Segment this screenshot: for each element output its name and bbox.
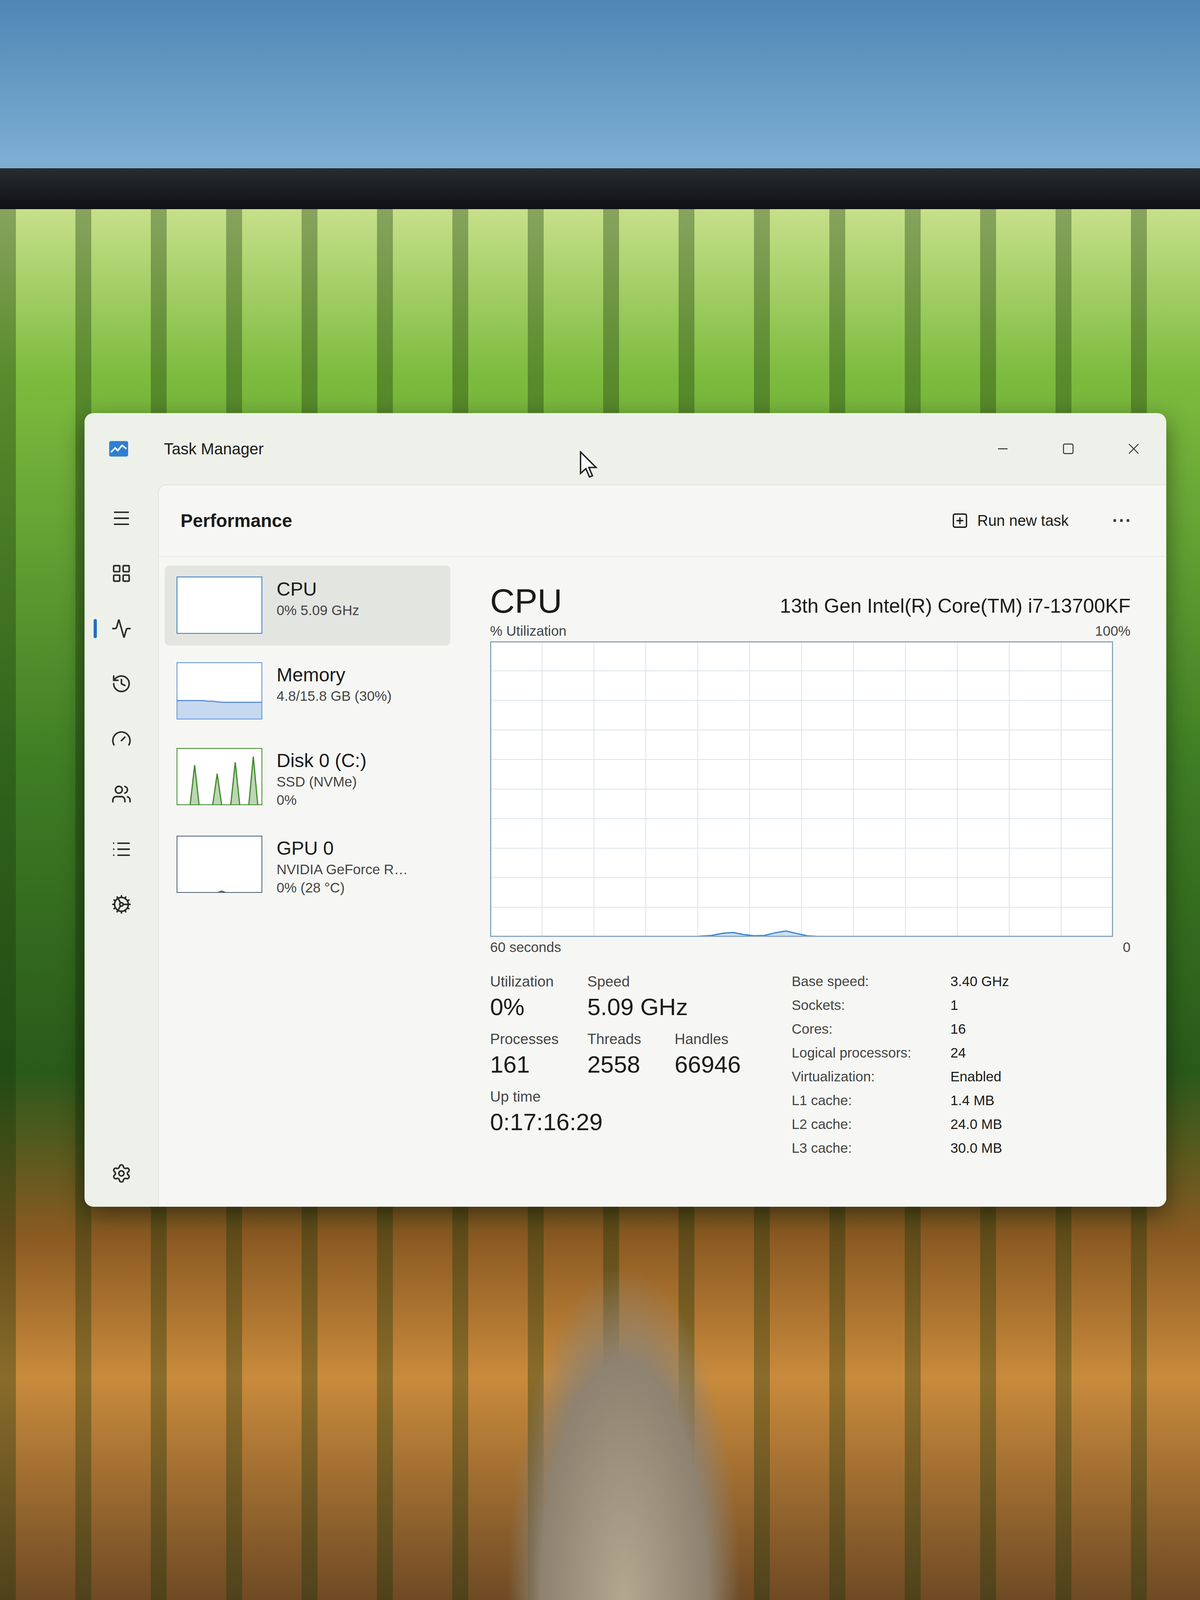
stat: Handles66946 [674, 1030, 768, 1079]
spec-label: Cores: [791, 1021, 951, 1040]
device-detail: SSD (NVMe) [276, 773, 367, 790]
thumbnail-graph [176, 662, 263, 720]
monitor-bezel [0, 168, 1200, 210]
thumbnail-graph [176, 835, 263, 893]
close-icon [1126, 441, 1141, 456]
nav-item[interactable] [93, 711, 150, 767]
device-tile[interactable]: Memory 4.8/15.8 GB (30%) [164, 651, 451, 732]
thumbnail-graph [176, 748, 263, 806]
maximize-icon [1061, 441, 1076, 456]
details-icon [111, 838, 132, 860]
stat: Processes161 [490, 1030, 588, 1079]
stat: Threads2558 [587, 1030, 675, 1079]
cpu-model: 13th Gen Intel(R) Core(TM) i7-13700KF [779, 594, 1131, 618]
device-tile[interactable]: CPU 0% 5.09 GHz [164, 565, 451, 646]
device-name: GPU 0 [276, 837, 408, 860]
spec-label: L2 cache: [791, 1116, 951, 1135]
users-icon [111, 783, 132, 805]
device-detail: 0% [276, 792, 367, 808]
x-axis-label: 60 seconds [490, 939, 562, 956]
performance-icon [111, 618, 132, 639]
stat-row: Up time0:17:16:29 [490, 1088, 768, 1136]
spec-label: Sockets: [791, 997, 951, 1016]
task-manager-icon [108, 438, 129, 460]
spec-label: Virtualization: [791, 1068, 951, 1087]
nav-item[interactable] [93, 655, 150, 712]
spec-value: 24 [950, 1044, 1010, 1064]
y-axis-label: % Utilization [490, 623, 567, 639]
page-title: Performance [180, 509, 293, 532]
desktop-wallpaper: Task Manager Performance Run new task ··· CP… [0, 209, 1200, 1600]
device-detail: 4.8/15.8 GB (30%) [276, 688, 392, 704]
nav-rail [84, 484, 158, 1207]
performance-page: Performance Run new task ··· CPU 0% 5.09 GHz… [157, 484, 1167, 1207]
nav-item[interactable] [93, 876, 150, 932]
spec-value: 1.4 MB [950, 1092, 1010, 1111]
device-tile[interactable]: Disk 0 (C:)SSD (NVMe) 0% [164, 736, 451, 820]
device-detail: NVIDIA GeForce R… [276, 861, 408, 878]
startup-icon [111, 728, 132, 750]
stat: Speed5.09 GHz [587, 973, 675, 1021]
run-new-task-button[interactable]: Run new task [941, 507, 1079, 535]
close-button[interactable] [1100, 413, 1167, 485]
spec-value: 30.0 MB [950, 1140, 1010, 1159]
device-detail: 0% 5.09 GHz [276, 602, 360, 619]
more-button[interactable]: ··· [1105, 507, 1139, 534]
nav-item[interactable] [93, 766, 150, 822]
spec-value: 24.0 MB [950, 1116, 1010, 1135]
x-axis-min: 0 [1123, 939, 1131, 956]
device-name: CPU [276, 578, 360, 600]
title-bar[interactable]: Task Manager [84, 413, 1167, 485]
history-icon [111, 673, 132, 695]
processes-icon [111, 563, 132, 584]
maximize-button[interactable] [1035, 413, 1101, 485]
device-name: Disk 0 (C:) [276, 749, 367, 772]
run-task-icon [951, 511, 969, 530]
services-icon [111, 894, 132, 915]
cpu-detail: CPU 13th Gen Intel(R) Core(TM) i7-13700KF… [490, 565, 1131, 1195]
stat-row: Processes161Threads2558Handles66946 [490, 1030, 768, 1079]
nav-item[interactable] [93, 490, 150, 546]
spec-value: 3.40 GHz [950, 973, 1010, 992]
spec-label: L3 cache: [791, 1140, 951, 1159]
device-tile[interactable]: GPU 0NVIDIA GeForce R…0% (28 °C) [164, 824, 451, 907]
minimize-button[interactable] [969, 413, 1036, 485]
device-name: Memory [276, 663, 392, 686]
spec-value: 1 [950, 997, 1010, 1016]
page-header: Performance Run new task ··· [158, 485, 1167, 557]
spec-value: 16 [950, 1021, 1010, 1040]
cpu-chart [490, 641, 1114, 937]
menu-icon [111, 507, 132, 529]
minimize-icon [995, 441, 1010, 456]
spec-label: Logical processors: [791, 1044, 951, 1064]
stat-row: Utilization0%Speed5.09 GHz [490, 973, 768, 1021]
nav-item[interactable] [93, 1145, 150, 1201]
photo-of-screen: Task Manager Performance Run new task ··· CP… [0, 0, 1200, 1600]
mouse-cursor-icon [579, 450, 599, 480]
device-list: CPU 0% 5.09 GHz Memory 4.8/15.8 GB (30%) Dis… [164, 565, 451, 1195]
spec-label: Base speed: [791, 973, 951, 992]
spec-list: Base speed:3.40 GHz Sockets:1 Cores:16 Logi… [791, 973, 1010, 1159]
nav-item[interactable] [93, 600, 150, 656]
detail-title: CPU [490, 581, 563, 621]
stat: Utilization0% [490, 973, 588, 1021]
stats: Utilization0%Speed5.09 GHz Processes161Th… [490, 973, 768, 1159]
settings-icon [111, 1163, 132, 1184]
thumbnail-graph [176, 576, 263, 634]
spec-value: Enabled [950, 1068, 1010, 1087]
device-detail: 0% (28 °C) [276, 879, 408, 896]
nav-item[interactable] [93, 821, 150, 877]
stat: Up time0:17:16:29 [490, 1088, 588, 1136]
wall [0, 0, 1200, 169]
window-controls [969, 413, 1167, 485]
task-manager-window: Task Manager Performance Run new task ··· CP… [84, 413, 1167, 1207]
y-axis-max: 100% [1094, 623, 1131, 639]
selected-indicator [93, 619, 97, 639]
nav-item[interactable] [93, 545, 150, 601]
window-title: Task Manager [163, 440, 264, 458]
spec-label: L1 cache: [791, 1092, 951, 1111]
